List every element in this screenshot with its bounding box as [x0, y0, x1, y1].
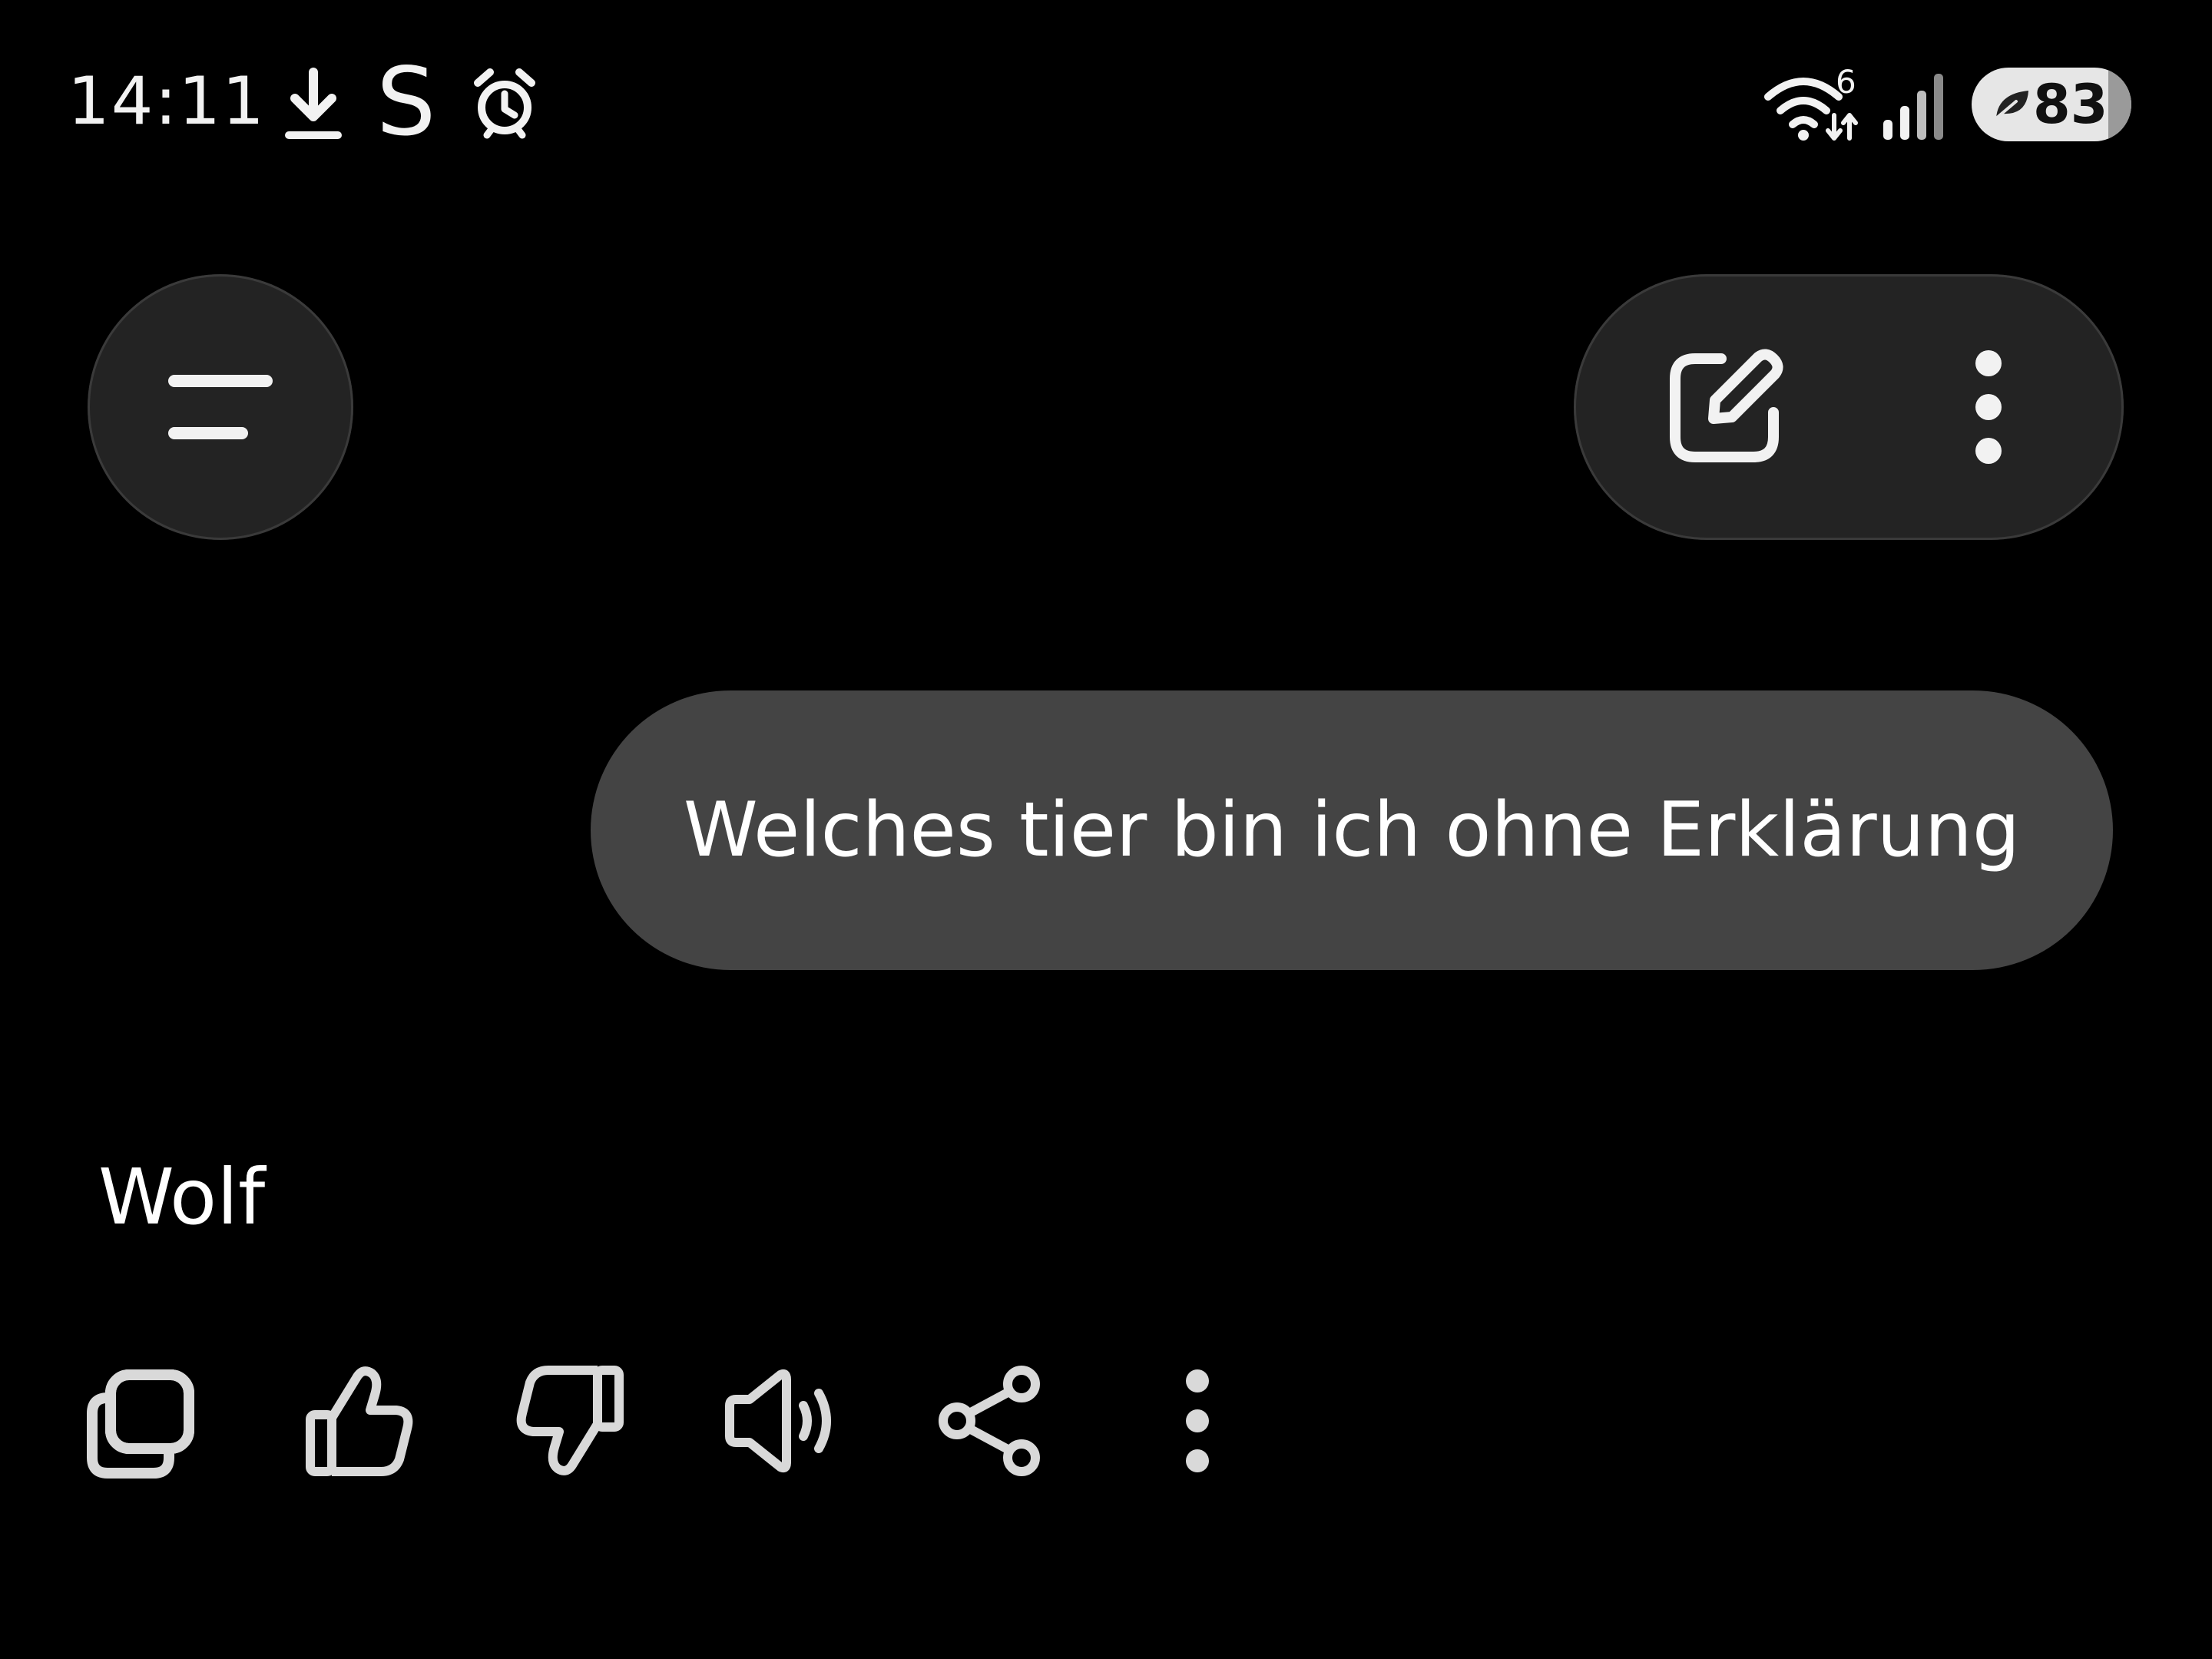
assistant-response-text: Wolf: [98, 1152, 266, 1242]
more-response-options-button[interactable]: [1129, 1352, 1267, 1490]
edit-icon: [1670, 349, 1783, 462]
new-chat-button[interactable]: [1657, 274, 1826, 540]
menu-icon: [168, 375, 273, 439]
more-vertical-icon: [1975, 350, 2002, 464]
copy-button[interactable]: [77, 1352, 215, 1490]
battery-empty-segment: [2108, 68, 2131, 141]
status-time: 14:11: [68, 63, 266, 140]
battery-percentage: 83: [2033, 73, 2108, 136]
cell-signal-icon: [1883, 74, 1943, 140]
alarm-icon: [474, 68, 535, 139]
battery-indicator: 83: [1972, 68, 2131, 141]
more-options-button[interactable]: [1904, 274, 2073, 540]
more-vertical-icon: [1186, 1369, 1209, 1472]
copy-icon: [87, 1369, 194, 1479]
battery-saver-leaf-icon: [1995, 91, 2028, 120]
share-icon: [939, 1366, 1040, 1476]
user-message-text: Welches tier bin ich ohne Erklärung: [683, 786, 2021, 874]
status-bar: 14:11 S 6 83: [0, 0, 2212, 184]
speaker-icon: [725, 1369, 831, 1473]
thumbs-up-icon: [306, 1366, 413, 1476]
menu-button[interactable]: [88, 274, 353, 540]
thumbs-up-button[interactable]: [292, 1352, 430, 1490]
download-icon: [285, 68, 342, 139]
s-app-icon: S: [376, 48, 436, 157]
user-message-bubble: Welches tier bin ich ohne Erklärung: [591, 690, 2113, 970]
read-aloud-button[interactable]: [707, 1352, 845, 1490]
response-action-bar: [77, 1352, 1306, 1490]
share-button[interactable]: [922, 1352, 1060, 1490]
thumbs-down-button[interactable]: [499, 1352, 637, 1490]
thumbs-down-icon: [516, 1366, 624, 1475]
top-action-group: [1574, 274, 2124, 540]
wifi-badge: 6: [1836, 63, 1856, 101]
